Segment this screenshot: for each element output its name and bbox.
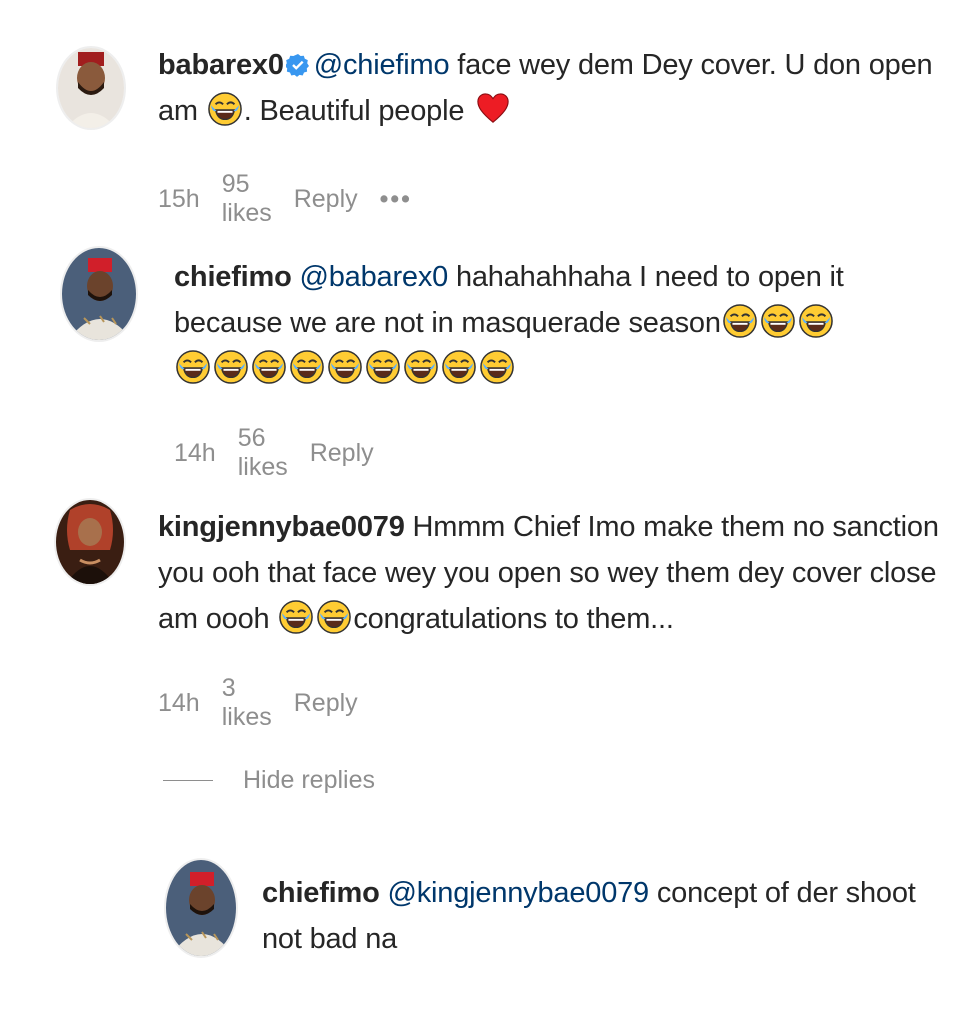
hide-replies-button[interactable]: Hide replies	[163, 766, 375, 795]
face-with-tears-of-joy-icon	[252, 350, 286, 384]
likes-count[interactable]: 95 likes	[222, 170, 272, 228]
comment-text-line2: because we are not in masquerade season	[174, 307, 721, 339]
reply-button[interactable]: Reply	[310, 439, 374, 468]
comment-text-line2-pre: am	[158, 95, 206, 127]
comment-text-line1: face wey dem Dey cover. U don open	[449, 49, 933, 81]
avatar-image	[166, 860, 236, 956]
comment-meta: 14h 56 likes Reply	[174, 424, 374, 482]
avatar[interactable]	[62, 248, 136, 340]
face-with-tears-of-joy-icon	[328, 350, 362, 384]
timestamp[interactable]: 15h	[158, 185, 200, 214]
likes-count[interactable]: 3 likes	[222, 674, 272, 732]
comment-text-line1: hahahahhaha I need to open it	[448, 261, 844, 293]
face-with-tears-of-joy-icon	[208, 92, 242, 126]
comment-text-line2-post: . Beautiful people	[243, 95, 473, 127]
avatar[interactable]	[166, 860, 236, 956]
face-with-tears-of-joy-icon	[404, 350, 438, 384]
reply-button[interactable]: Reply	[294, 689, 358, 718]
face-with-tears-of-joy-icon	[176, 350, 210, 384]
avatar-image	[56, 500, 124, 584]
face-with-tears-of-joy-icon	[442, 350, 476, 384]
face-with-tears-of-joy-icon	[214, 350, 248, 384]
divider-line	[163, 779, 213, 782]
face-with-tears-of-joy-icon	[799, 304, 833, 338]
face-with-tears-of-joy-icon	[480, 350, 514, 384]
comment-text-line1: concept of der shoot	[648, 877, 916, 909]
face-with-tears-of-joy-icon	[317, 600, 351, 634]
hide-replies-label: Hide replies	[243, 766, 376, 794]
red-heart-icon	[476, 92, 510, 126]
comment-text: babarex0 @chiefimo face wey dem Dey cover…	[158, 42, 938, 134]
face-with-tears-of-joy-icon	[279, 600, 313, 634]
avatar[interactable]	[56, 500, 124, 584]
more-options-icon[interactable]: •••	[380, 185, 412, 214]
username[interactable]: kingjennybae0079	[158, 511, 405, 543]
avatar-image	[58, 48, 124, 128]
comment-text: chiefimo @kingjennybae0079 concept of de…	[262, 870, 942, 962]
likes-count[interactable]: 56 likes	[238, 424, 288, 482]
avatar-image	[62, 248, 136, 340]
face-with-tears-of-joy-icon	[366, 350, 400, 384]
username[interactable]: babarex0	[158, 49, 284, 81]
comment-text-line1: Hmmm Chief Imo make them no sanction	[404, 511, 939, 543]
comment-text-line2: you ooh that face wey you open so wey th…	[158, 557, 937, 589]
comment-text-line2: not bad na	[262, 923, 398, 955]
face-with-tears-of-joy-icon	[723, 304, 757, 338]
username[interactable]: chiefimo	[262, 877, 380, 909]
verified-badge-icon	[286, 53, 310, 77]
reply-button[interactable]: Reply	[294, 185, 358, 214]
comment-text: kingjennybae0079 Hmmm Chief Imo make the…	[158, 504, 948, 642]
face-with-tears-of-joy-icon	[761, 304, 795, 338]
face-with-tears-of-joy-icon	[290, 350, 324, 384]
comment-text-line3-pre: am oooh	[158, 603, 278, 635]
comment-text: chiefimo @babarex0 hahahahhaha I need to…	[174, 254, 944, 392]
mention-link[interactable]: @babarex0	[300, 261, 449, 293]
timestamp[interactable]: 14h	[158, 689, 200, 718]
comment-meta: 14h 3 likes Reply	[158, 674, 358, 732]
username[interactable]: chiefimo	[174, 261, 292, 293]
mention-link[interactable]: @chiefimo	[314, 49, 450, 81]
comment-meta: 15h 95 likes Reply •••	[158, 170, 412, 228]
timestamp[interactable]: 14h	[174, 439, 216, 468]
avatar[interactable]	[58, 48, 124, 128]
mention-link[interactable]: @kingjennybae0079	[388, 877, 650, 909]
comment-text-line3-post: congratulations to them...	[353, 603, 674, 635]
